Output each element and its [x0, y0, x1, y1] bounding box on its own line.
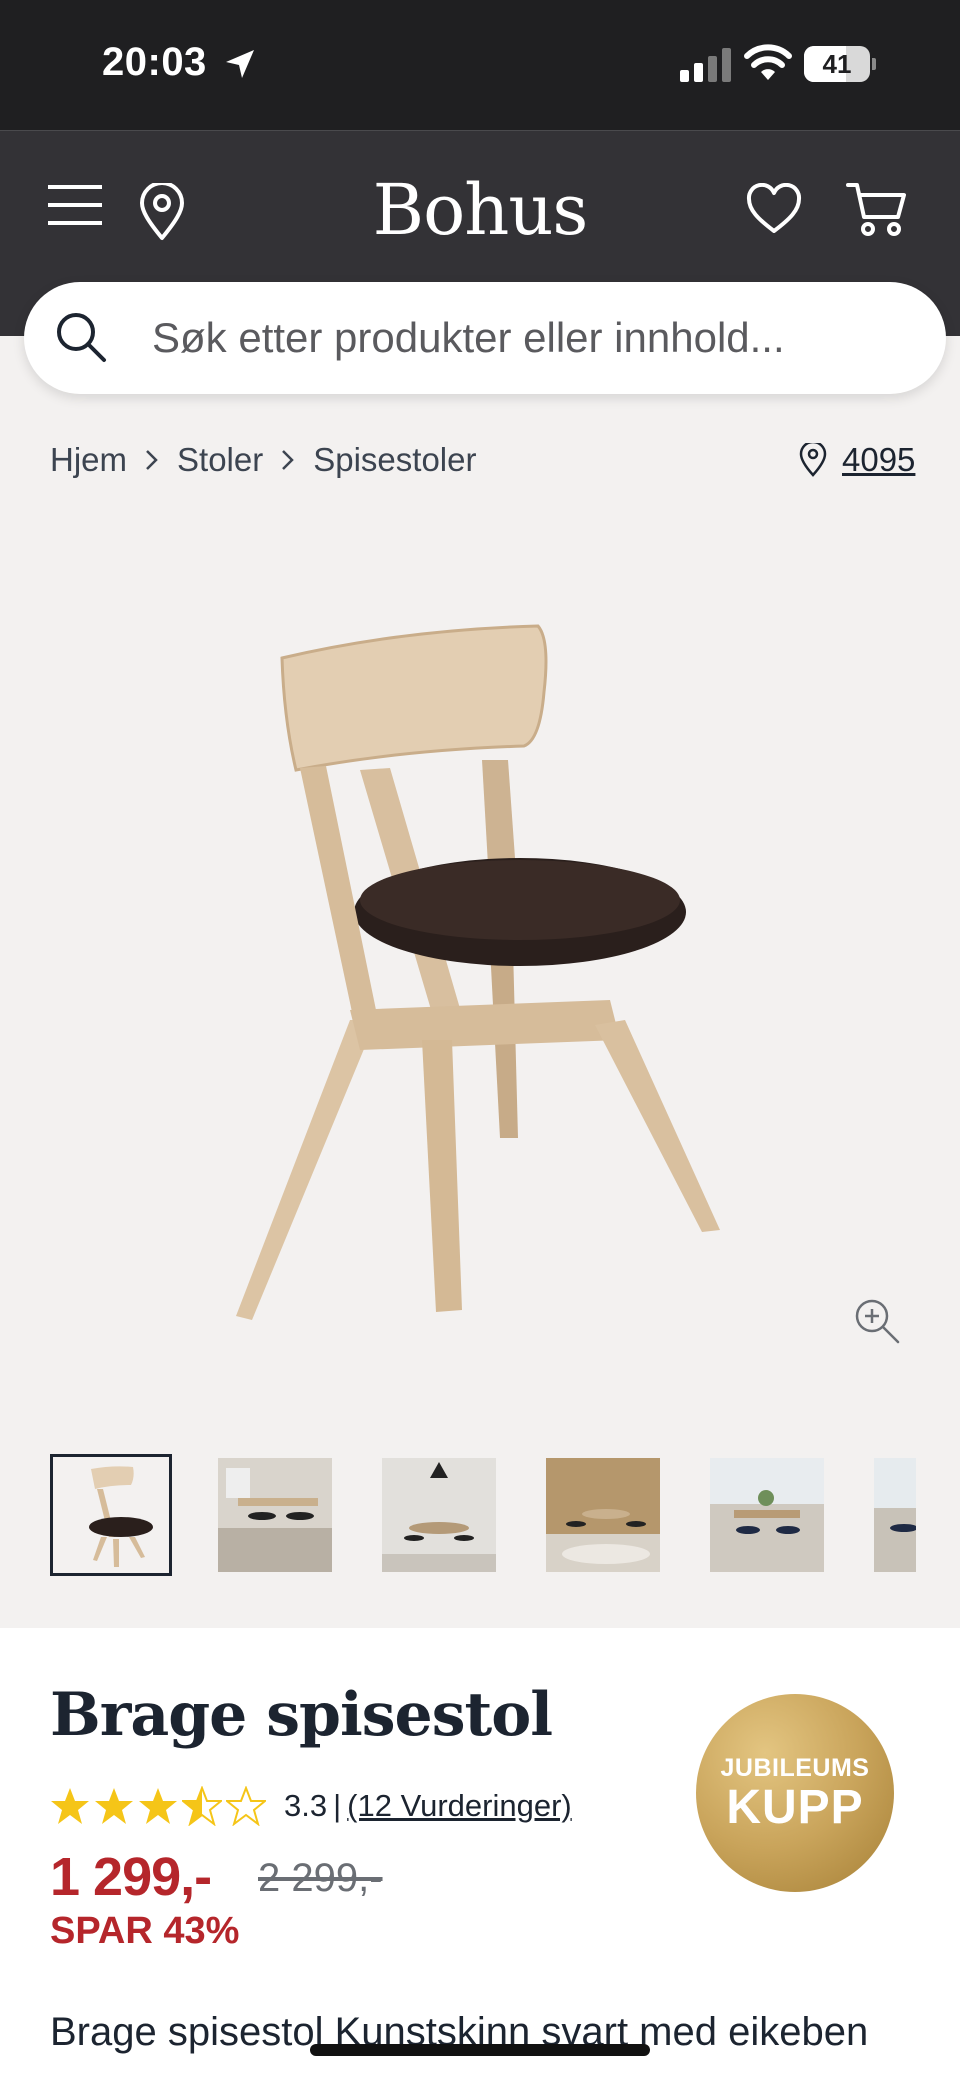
description-prefix: Brage spisestol — [50, 2010, 335, 2054]
cellular-signal-icon — [680, 48, 731, 82]
thumbnail-1[interactable] — [50, 1454, 172, 1576]
product-main-image[interactable] — [200, 600, 760, 1340]
chevron-right-icon — [263, 445, 313, 475]
description-suffix: med eikeben — [639, 2010, 869, 2054]
thumbnail-3[interactable] — [382, 1458, 496, 1572]
thumbnail-4[interactable] — [546, 1458, 660, 1572]
breadcrumb-chairs[interactable]: Stoler — [177, 441, 263, 479]
badge-line-1: JUBILEUMS — [720, 1754, 870, 1782]
status-bar: 20:03 41 — [0, 0, 960, 130]
thumbnail-strip[interactable] — [50, 1454, 916, 1578]
star-full-icon — [51, 1788, 89, 1824]
zoom-in-icon[interactable] — [852, 1296, 902, 1346]
star-full-icon — [139, 1788, 177, 1824]
breadcrumb-dining-chairs[interactable]: Spisestoler — [313, 441, 476, 479]
battery-indicator: 41 — [804, 46, 876, 82]
location-pin-icon — [799, 443, 827, 477]
store-number[interactable]: 4095 — [842, 441, 915, 479]
thumbnail-5[interactable] — [710, 1458, 824, 1572]
thumbnail-2[interactable] — [218, 1458, 332, 1572]
rating-separator: | — [333, 1788, 342, 1823]
rating-value: 3.3 — [284, 1788, 328, 1823]
home-indicator — [310, 2044, 650, 2056]
star-full-icon — [95, 1788, 133, 1824]
jubilee-deal-badge: JUBILEUMS KUPP — [696, 1694, 894, 1892]
cart-icon[interactable] — [846, 181, 906, 237]
thumbnail-6[interactable] — [874, 1458, 916, 1572]
heart-icon[interactable] — [746, 183, 802, 235]
search-bar[interactable] — [24, 282, 946, 394]
badge-line-2: KUPP — [726, 1781, 864, 1834]
star-half-icon — [182, 1786, 222, 1826]
breadcrumb-home[interactable]: Hjem — [50, 441, 127, 479]
star-empty-icon — [226, 1786, 266, 1826]
chevron-right-icon — [127, 445, 177, 475]
battery-percent: 41 — [822, 49, 852, 79]
breadcrumb: Hjem Stoler Spisestoler — [50, 438, 476, 482]
rating-stars — [50, 1786, 270, 1826]
original-price: 2 299,- — [258, 1856, 383, 1900]
location-arrow-icon — [226, 50, 254, 78]
savings-label: SPAR 43% — [50, 1910, 240, 1952]
store-selector[interactable]: 4095 — [798, 438, 915, 482]
search-icon — [57, 313, 106, 362]
current-price: 1 299,- — [50, 1847, 212, 1907]
status-time: 20:03 — [102, 40, 207, 84]
search-input[interactable] — [152, 306, 912, 370]
product-title: Brage spisestol — [50, 1680, 553, 1750]
rating-row: 3.3 | (12 Vurderinger) — [50, 1784, 572, 1828]
wifi-icon — [744, 44, 792, 80]
brand-logo[interactable]: Bohus — [0, 169, 960, 251]
reviews-link[interactable]: (12 Vurderinger) — [347, 1788, 572, 1824]
